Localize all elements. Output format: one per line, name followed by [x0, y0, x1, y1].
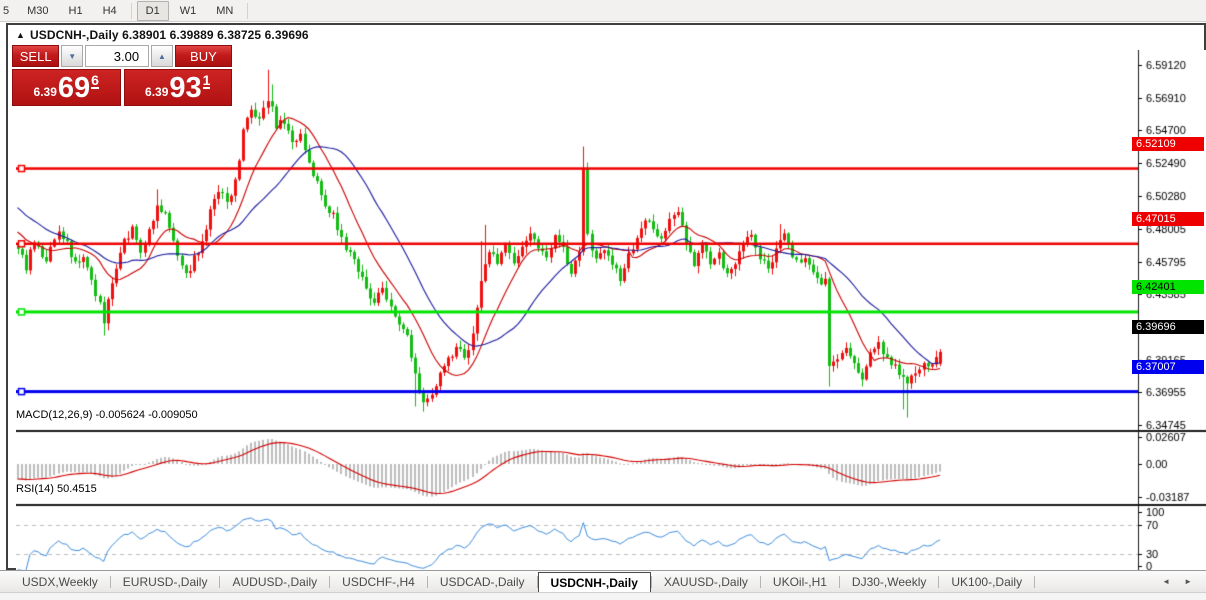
- toolbar-separator: [130, 2, 132, 19]
- price-chart-canvas[interactable]: [16, 50, 1206, 593]
- timeframe-button-m30[interactable]: M30: [18, 1, 57, 21]
- trade-panel-toggle-icon[interactable]: ▲: [16, 30, 25, 40]
- buy-quote-tile[interactable]: 6.39 93 1: [123, 69, 232, 106]
- spin-down-icon: ▼: [68, 51, 77, 61]
- chart-title: ▲ USDCNH-,Daily 6.38901 6.39889 6.38725 6…: [16, 28, 309, 42]
- price-level-label-2: 6.47015: [1132, 212, 1204, 226]
- timeframe-button-h1[interactable]: H1: [60, 1, 92, 21]
- symbol-tab-bar: USDX,Weekly EURUSD-,Daily AUDUSD-,Daily USD…: [0, 570, 1206, 592]
- tab-separator: [1034, 575, 1036, 588]
- one-click-trade-widget: SELL ▼ ▲ BUY 6.39 69 6 6.39 93 1: [12, 45, 233, 106]
- application-window: 5 M30 H1 H4 D1 W1 MN ▲ USDCNH-,Daily 6.38901 6.…: [0, 0, 1206, 600]
- spin-up-icon: ▲: [157, 51, 166, 61]
- sell-price-big: 69: [57, 72, 91, 104]
- sell-price-prefix: 6.39: [33, 85, 57, 99]
- buy-price-prefix: 6.39: [145, 85, 169, 99]
- buy-button[interactable]: BUY: [174, 45, 233, 67]
- volume-decrement-button[interactable]: ▼: [61, 45, 84, 67]
- tab-scroll-right-icon[interactable]: ►: [1184, 577, 1192, 586]
- current-price-label: 6.39696: [1132, 320, 1204, 334]
- timeframe-button-mn[interactable]: MN: [207, 1, 242, 21]
- volume-increment-button[interactable]: ▲: [151, 45, 173, 67]
- chart-tab-usdcad-daily[interactable]: USDCAD-,Daily: [428, 571, 537, 592]
- chart-tab-xauusd-daily[interactable]: XAUUSD-,Daily: [652, 571, 760, 592]
- price-level-label-3: 6.42401: [1132, 280, 1204, 294]
- chart-tab-eurusd-daily[interactable]: EURUSD-,Daily: [111, 571, 220, 592]
- price-level-label-4: 6.37007: [1132, 360, 1204, 374]
- chart-tab-usdchf-h4[interactable]: USDCHF-,H4: [330, 571, 427, 592]
- timeframe-button-h4[interactable]: H4: [94, 1, 126, 21]
- chart-tab-dj30-weekly[interactable]: DJ30-,Weekly: [840, 571, 938, 592]
- timeframe-button-5[interactable]: 5: [1, 1, 16, 21]
- toolbar-separator: [247, 2, 249, 19]
- chart-tab-uk100-daily[interactable]: UK100-,Daily: [939, 571, 1034, 592]
- chart-title-text: USDCNH-,Daily 6.38901 6.39889 6.38725 6.…: [30, 28, 309, 42]
- price-level-label-1: 6.52109: [1132, 137, 1204, 151]
- buy-price-big: 93: [169, 72, 202, 104]
- buy-price-sup: 1: [202, 72, 211, 89]
- tab-scroll-left-icon[interactable]: ◄: [1162, 577, 1170, 586]
- chart-tab-ukoil-h1[interactable]: UKOil-,H1: [761, 571, 839, 592]
- status-strip: [0, 592, 1206, 600]
- sell-button[interactable]: SELL: [12, 45, 60, 67]
- timeframe-button-w1[interactable]: W1: [171, 1, 206, 21]
- timeframe-toolbar: 5 M30 H1 H4 D1 W1 MN: [0, 0, 1206, 22]
- chart-tab-audusd-daily[interactable]: AUDUSD-,Daily: [220, 571, 329, 592]
- rsi-indicator-label: RSI(14) 50.4515: [16, 483, 97, 495]
- sell-quote-tile[interactable]: 6.39 69 6: [12, 69, 121, 106]
- volume-input[interactable]: [85, 45, 150, 67]
- chart-tab-usdx-weekly[interactable]: USDX,Weekly: [10, 571, 110, 592]
- sell-price-sup: 6: [91, 72, 99, 89]
- timeframe-button-d1[interactable]: D1: [136, 0, 169, 21]
- macd-indicator-label: MACD(12,26,9) -0.005624 -0.009050: [16, 409, 198, 421]
- chart-tab-usdcnh-daily[interactable]: USDCNH-,Daily: [537, 572, 651, 592]
